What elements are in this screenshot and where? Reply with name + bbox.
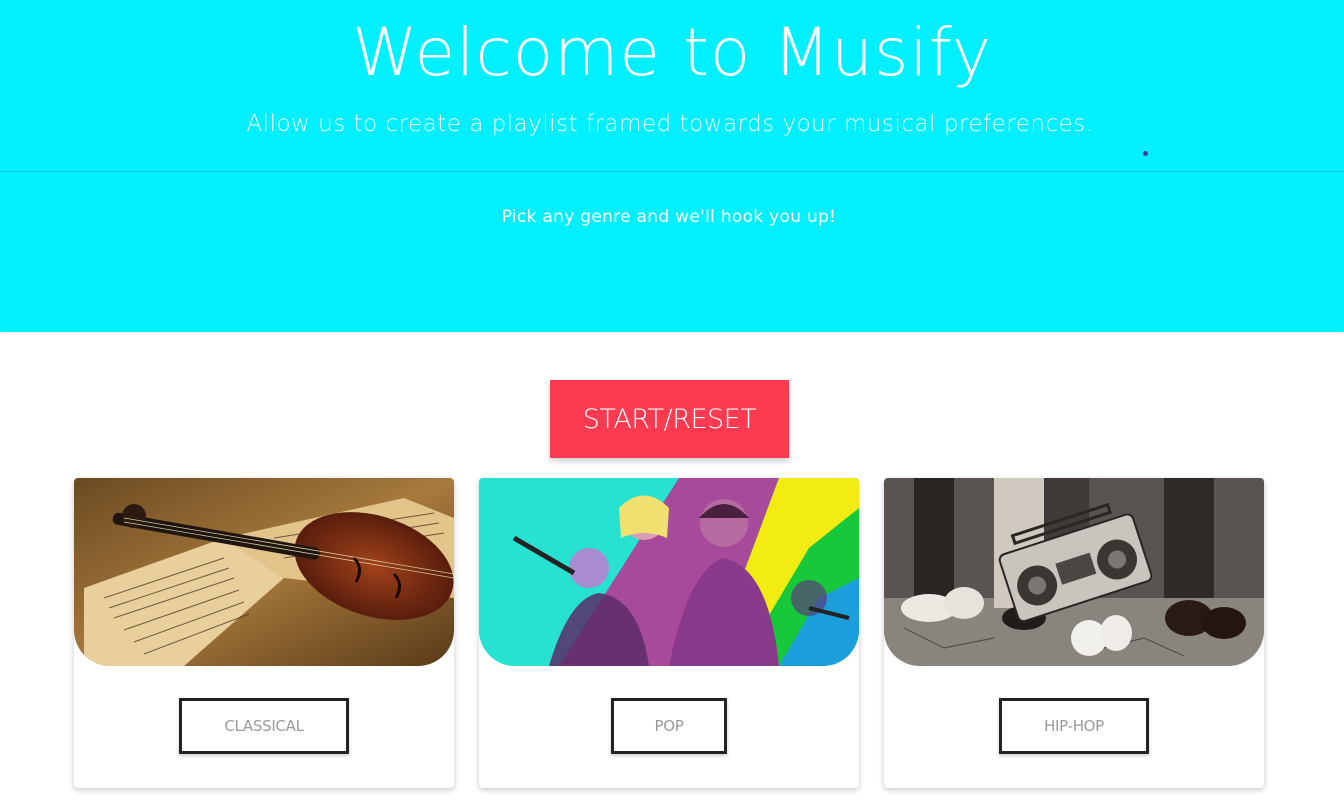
genre-button-classical[interactable]: CLASSICAL xyxy=(179,698,349,754)
hero-subtitle: Allow us to create a playlist framed tow… xyxy=(246,111,1094,137)
page-title: Welcome to Musify xyxy=(352,14,992,91)
genre-card-pop: POP xyxy=(479,478,859,788)
violin-sheet-music-image xyxy=(74,478,454,666)
boombox-sneakers-image xyxy=(884,478,1264,666)
hero-divider xyxy=(0,171,1344,172)
genre-button-pop[interactable]: POP xyxy=(611,698,727,754)
hero-banner: Welcome to Musify Allow us to create a p… xyxy=(0,0,1344,332)
start-reset-button[interactable]: START/RESET xyxy=(550,380,789,458)
genre-card-hip-hop: HIP-HOP xyxy=(884,478,1264,788)
genre-button-hip-hop[interactable]: HIP-HOP xyxy=(999,698,1149,754)
hero-tagline: Pick any genre and we'll hook you up! xyxy=(501,207,837,227)
genre-card-classical: CLASSICAL xyxy=(74,478,454,788)
dot-marker xyxy=(1143,151,1148,156)
pop-artists-collage-image xyxy=(479,478,859,666)
